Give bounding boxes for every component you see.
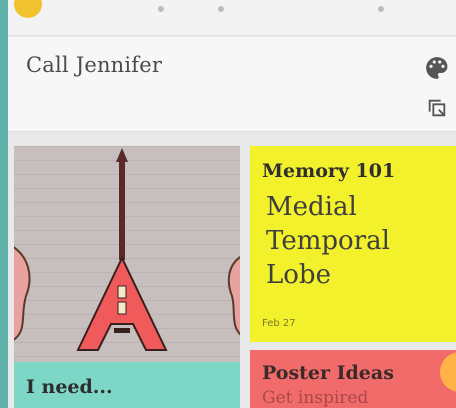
indicator-icon [158,6,164,12]
indicator-icon [218,6,224,12]
note-line: Lobe [266,260,331,290]
note-card[interactable]: Poster Ideas Get inspired [250,350,456,408]
note-title: Memory 101 [262,160,396,182]
palette-icon[interactable] [424,55,450,81]
note-card[interactable]: Memory 101 Medial Temporal Lobe Feb 27 [250,146,456,342]
app-screen: Call Jennifer I need... Memory 101 Media… [8,0,456,408]
note-body: Medial Temporal Lobe [266,190,456,292]
guitar-image-note[interactable] [14,146,240,362]
crop-icon[interactable] [426,97,448,119]
note-card[interactable]: I need... [14,362,240,408]
guitar-illustration [14,148,240,351]
note-title: Poster Ideas [262,362,394,384]
note-date: Feb 27 [262,318,296,329]
top-strip [8,0,456,36]
note-line: Temporal [266,226,390,256]
note-title: I need... [26,376,113,398]
note-header-card[interactable]: Call Jennifer [8,37,456,132]
note-line: Medial [266,192,357,222]
avatar[interactable] [14,0,42,18]
indicator-icon [378,6,384,12]
note-body: Get inspired [262,388,369,408]
note-title[interactable]: Call Jennifer [26,53,162,77]
